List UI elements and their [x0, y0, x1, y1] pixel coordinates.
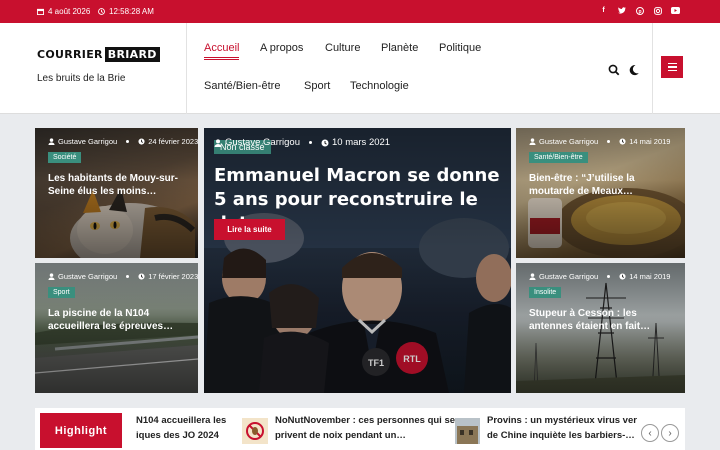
meta-separator — [126, 275, 130, 278]
card-meta: Gustave Garrigou 14 mai 2019 — [529, 272, 670, 281]
featured-article[interactable]: TF1 RTL Non classé Gustave Garrigou 10 m… — [204, 128, 511, 393]
user-icon — [529, 273, 536, 280]
hamburger-menu-button[interactable] — [661, 56, 683, 78]
search-icon[interactable] — [608, 64, 620, 76]
article-card[interactable]: Gustave Garrigou 24 février 2023 Société… — [35, 128, 198, 258]
card-meta: Gustave Garrigou 10 mars 2021 — [214, 137, 390, 148]
category-badge[interactable]: Sport — [48, 287, 75, 298]
card-title[interactable]: Les habitants de Mouy-sur-Seine élus les… — [48, 172, 188, 198]
clock-icon — [138, 273, 145, 280]
read-more-button[interactable]: Lire la suite — [214, 219, 285, 240]
clock-icon — [619, 138, 626, 145]
card-date[interactable]: 24 février 2023 — [148, 137, 198, 146]
twitter-icon[interactable] — [617, 6, 626, 15]
menu-bar — [667, 62, 677, 65]
card-author[interactable]: Gustave Garrigou — [58, 137, 117, 146]
instagram-icon[interactable] — [653, 6, 662, 15]
meta-separator — [126, 140, 130, 143]
pinterest-icon[interactable]: p — [635, 6, 644, 15]
time-display: 12:58:28 AM — [98, 7, 154, 16]
user-icon — [529, 138, 536, 145]
ticker-next-button[interactable]: › — [661, 424, 679, 442]
card-author[interactable]: Gustave Garrigou — [225, 137, 300, 148]
user-icon — [214, 138, 222, 147]
clock-icon — [98, 8, 105, 15]
card-date[interactable]: 10 mars 2021 — [332, 137, 390, 148]
category-badge[interactable]: Insolite — [529, 287, 562, 298]
card-title[interactable]: Bien-être : “J’utilise la moutarde de Me… — [529, 172, 679, 198]
nav-item-technologie[interactable]: Technologie — [350, 80, 409, 92]
nav-item-accueil[interactable]: Accueil — [204, 42, 240, 58]
youtube-icon[interactable] — [671, 6, 680, 15]
social-links: f p — [599, 6, 680, 15]
nav-item-politique[interactable]: Politique — [439, 42, 481, 54]
card-meta: Gustave Garrigou 17 février 2023 — [48, 272, 198, 281]
dark-mode-moon-icon[interactable] — [628, 64, 640, 76]
highlight-thumbnail[interactable] — [242, 418, 268, 444]
menu-bar — [667, 69, 677, 72]
meta-separator — [308, 141, 312, 144]
top-bar: 4 août 2026 12:58:28 AM f p — [0, 0, 720, 23]
highlight-item[interactable]: Provins : un mystérieux virus ver de Chi… — [487, 413, 639, 443]
ticker-prev-button[interactable]: ‹ — [641, 424, 659, 442]
card-date[interactable]: 17 février 2023 — [148, 272, 198, 281]
site-logo[interactable]: COURRIER BRIARD — [37, 47, 160, 62]
card-author[interactable]: Gustave Garrigou — [58, 272, 117, 281]
logo-text-courrier: COURRIER — [37, 48, 103, 61]
user-icon — [48, 273, 55, 280]
article-card[interactable]: Gustave Garrigou 14 mai 2019 Insolite St… — [516, 263, 685, 393]
site-tagline: Les bruits de la Brie — [37, 73, 126, 84]
highlight-item[interactable]: NoNutNovember : ces personnes qui se pri… — [275, 413, 475, 443]
current-time: 12:58:28 AM — [109, 7, 154, 16]
highlight-ticker: Highlight N104 accueillera les iques des… — [35, 408, 685, 450]
category-badge[interactable]: Société — [48, 152, 82, 163]
clock-icon — [321, 139, 329, 146]
card-date[interactable]: 14 mai 2019 — [629, 137, 670, 146]
logo-text-briard: BRIARD — [104, 47, 160, 62]
nav-item-sante-bien-etre[interactable]: Santé/Bien-être — [204, 80, 280, 92]
highlight-item[interactable]: N104 accueillera les iques des JO 2024 — [136, 413, 236, 443]
nav-item-a-propos[interactable]: A propos — [260, 42, 303, 54]
clock-icon — [619, 273, 626, 280]
highlight-thumbnail[interactable] — [455, 418, 480, 444]
card-author[interactable]: Gustave Garrigou — [539, 137, 598, 146]
meta-separator — [607, 140, 611, 143]
card-date[interactable]: 14 mai 2019 — [629, 272, 670, 281]
card-meta: Gustave Garrigou 24 février 2023 — [48, 137, 198, 146]
highlight-label: Highlight — [40, 413, 122, 448]
site-header: COURRIER BRIARD Les bruits de la Brie Ac… — [0, 23, 720, 114]
card-meta: Gustave Garrigou 14 mai 2019 — [529, 137, 670, 146]
header-divider — [186, 23, 187, 114]
article-card[interactable]: Gustave Garrigou 14 mai 2019 Santé/Bien-… — [516, 128, 685, 258]
clock-icon — [138, 138, 145, 145]
meta-separator — [607, 275, 611, 278]
current-date: 4 août 2026 — [48, 7, 91, 16]
facebook-icon[interactable]: f — [599, 6, 608, 15]
nav-item-planete[interactable]: Planète — [381, 42, 418, 54]
card-title[interactable]: Stupeur à Cesson : les antennes étaient … — [529, 307, 679, 333]
user-icon — [48, 138, 55, 145]
article-card[interactable]: Gustave Garrigou 17 février 2023 Sport L… — [35, 263, 198, 393]
nav-item-culture[interactable]: Culture — [325, 42, 360, 54]
date-display: 4 août 2026 — [37, 7, 90, 16]
nav-item-sport[interactable]: Sport — [304, 80, 330, 92]
menu-bar — [667, 66, 677, 68]
card-title[interactable]: La piscine de la N104 accueillera les ép… — [48, 307, 188, 333]
card-author[interactable]: Gustave Garrigou — [539, 272, 598, 281]
category-badge[interactable]: Santé/Bien-être — [529, 152, 588, 163]
calendar-icon — [37, 8, 44, 15]
svg-text:p: p — [638, 9, 641, 15]
header-divider-right — [652, 23, 653, 114]
